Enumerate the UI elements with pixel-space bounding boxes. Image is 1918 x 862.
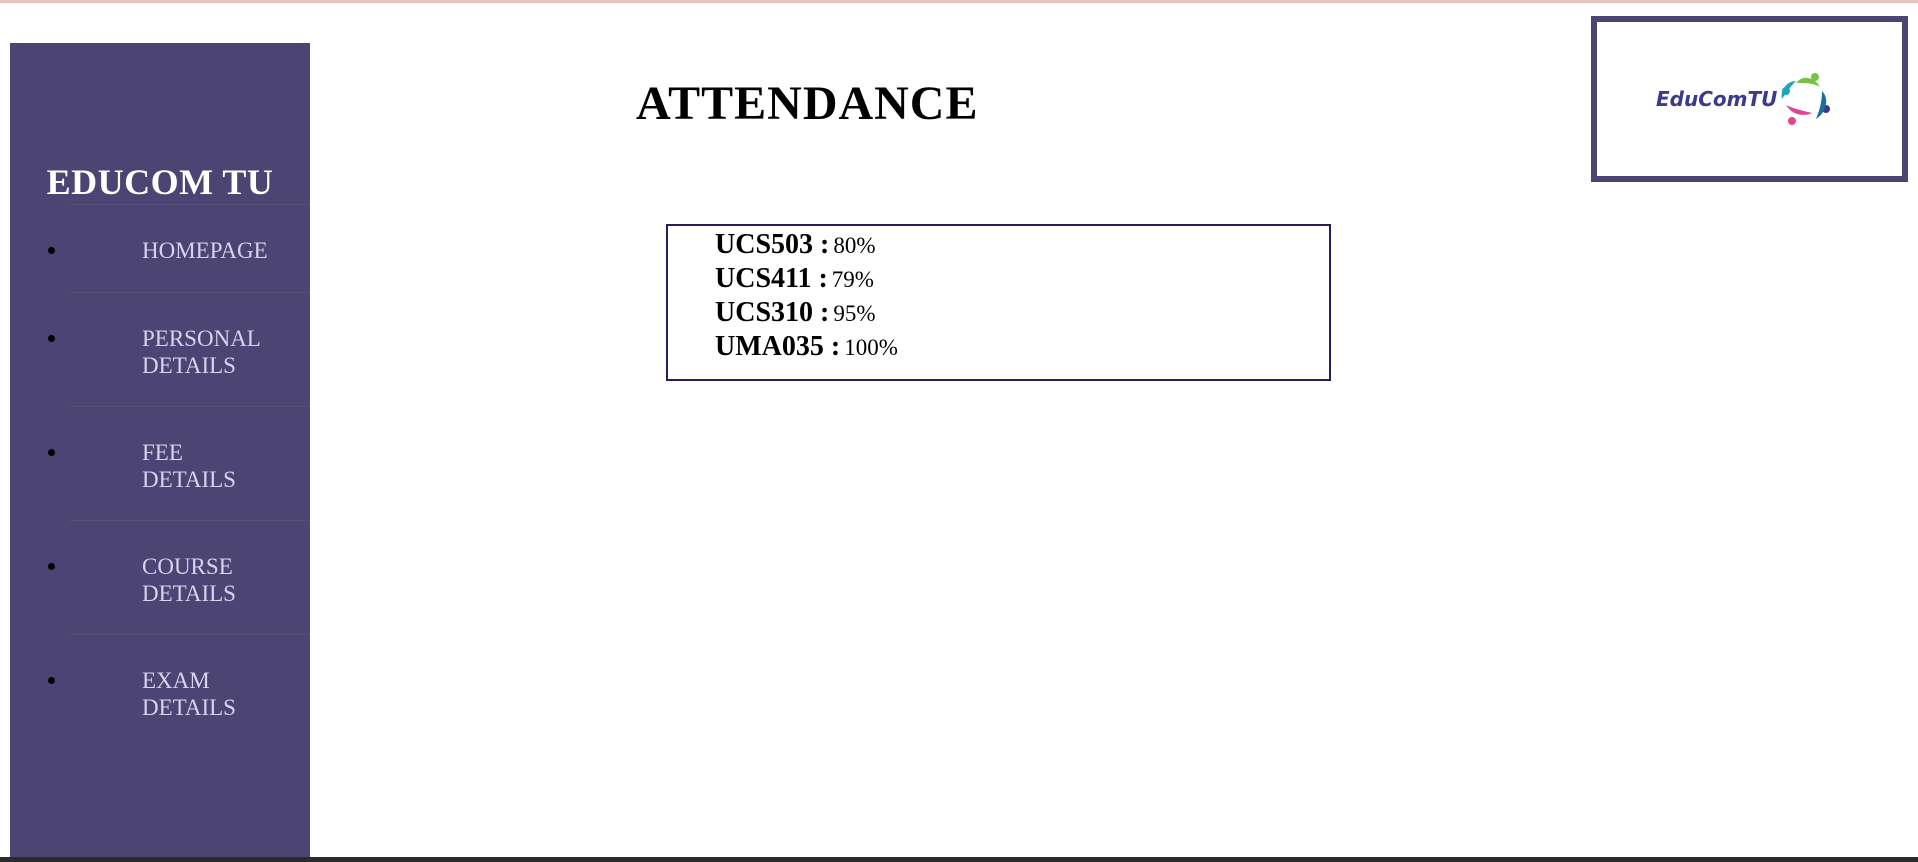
logo-box: EduComTU [1591, 16, 1908, 182]
attendance-row: UCS411 : 79% [715, 263, 874, 295]
sidebar-item-personal-details[interactable]: PERSONAL DETAILS [10, 292, 310, 406]
sidebar-item-label: COURSE DETAILS [142, 554, 236, 606]
bullet-icon [48, 335, 55, 342]
sidebar-divider [70, 204, 310, 205]
attendance-value: 95% [833, 301, 876, 326]
attendance-row: UCS503 : 80% [715, 229, 876, 261]
sidebar-divider [70, 634, 310, 635]
top-border-line [0, 0, 1918, 3]
sidebar-brand: EDUCOM TU [46, 162, 274, 202]
sidebar-item-label: PERSONAL DETAILS [142, 326, 261, 378]
sidebar-item-label: EXAM DETAILS [142, 668, 236, 720]
course-code: UCS310 : [715, 297, 830, 328]
bullet-icon [48, 563, 55, 570]
sidebar-item-label: FEE DETAILS [142, 440, 236, 492]
sidebar-divider [70, 520, 310, 521]
sidebar-divider [70, 292, 310, 293]
course-code: UCS503 : [715, 229, 830, 260]
people-circle-logo-icon [1781, 73, 1830, 125]
sidebar: EDUCOM TU HOMEPAGE PERSONAL DETAILS FEE … [10, 43, 310, 857]
page-title: ATTENDANCE [636, 77, 979, 130]
course-code: UCS411 : [715, 263, 828, 294]
attendance-row: UCS310 : 95% [715, 297, 876, 329]
attendance-value: 100% [844, 335, 898, 360]
bullet-icon [48, 449, 55, 456]
sidebar-divider [70, 406, 310, 407]
course-code: UMA035 : [715, 331, 841, 362]
logo-text: EduComTU [1656, 87, 1778, 111]
bullet-icon [48, 677, 55, 684]
bullet-icon [48, 247, 55, 254]
sidebar-item-course-details[interactable]: COURSE DETAILS [10, 520, 310, 634]
attendance-value: 79% [831, 267, 874, 292]
sidebar-item-fee-details[interactable]: FEE DETAILS [10, 406, 310, 520]
sidebar-item-exam-details[interactable]: EXAM DETAILS [10, 634, 310, 748]
bottom-taskbar-edge [0, 857, 1918, 862]
attendance-value: 80% [833, 233, 876, 258]
attendance-box: UCS503 : 80% UCS411 : 79% UCS310 : 95% U… [666, 224, 1331, 381]
sidebar-item-homepage[interactable]: HOMEPAGE [10, 204, 310, 292]
sidebar-item-label: HOMEPAGE [142, 238, 268, 263]
attendance-row: UMA035 : 100% [715, 331, 898, 363]
